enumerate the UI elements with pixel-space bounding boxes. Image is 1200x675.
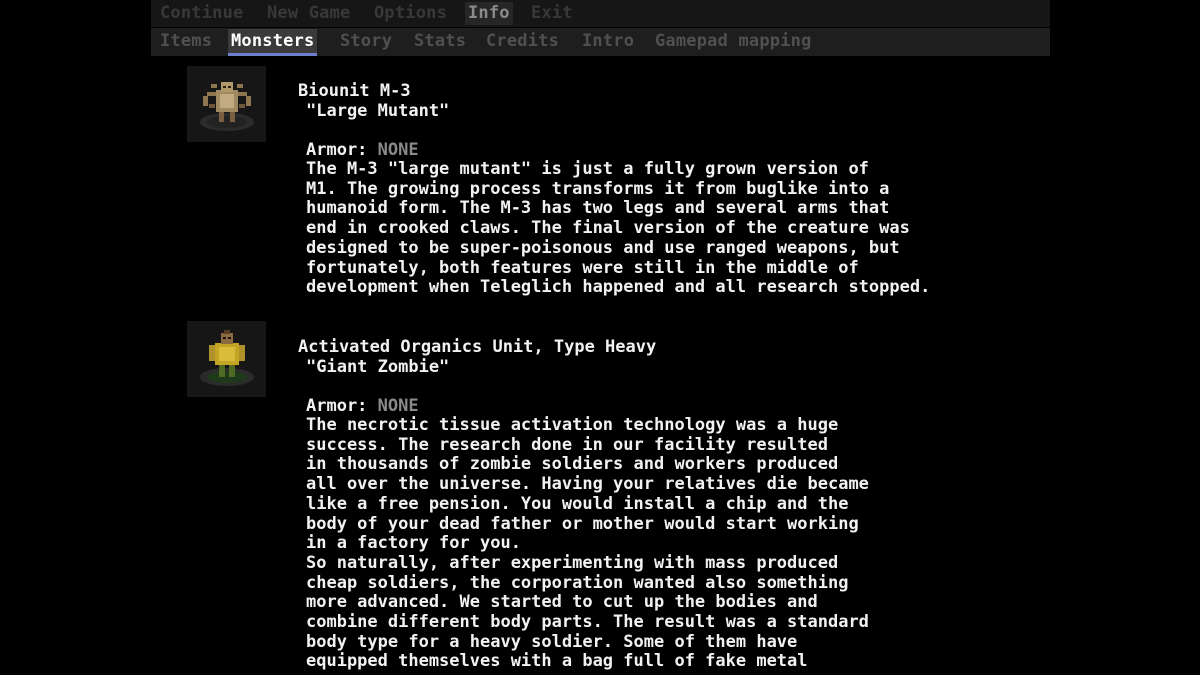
menu-info[interactable]: Info bbox=[465, 2, 513, 25]
tab-intro[interactable]: Intro bbox=[582, 29, 634, 55]
monster-description: The necrotic tissue activation technolog… bbox=[306, 415, 869, 672]
tab-story[interactable]: Story bbox=[340, 29, 392, 55]
armor-value: NONE bbox=[377, 396, 419, 416]
monster-nickname: "Giant Zombie" bbox=[306, 357, 450, 377]
menu-continue[interactable]: Continue bbox=[160, 2, 243, 25]
zombie-sprite-icon bbox=[200, 330, 254, 386]
info-tab-bar: Items Monsters Story Stats Credits Intro… bbox=[151, 28, 1050, 56]
zombie-portrait bbox=[187, 321, 266, 397]
tab-gamepad-mapping[interactable]: Gamepad mapping bbox=[655, 29, 812, 55]
main-menu-bar: Continue New Game Options Info Exit bbox=[151, 0, 1050, 27]
monster-name: Activated Organics Unit, Type Heavy bbox=[298, 337, 657, 357]
tab-credits[interactable]: Credits bbox=[486, 29, 559, 55]
monster-description: The M-3 "large mutant" is just a fully g… bbox=[306, 159, 931, 298]
mutant-portrait bbox=[187, 66, 266, 142]
monster-armor: Armor: NONE bbox=[306, 396, 419, 416]
monster-name: Biounit M-3 bbox=[298, 81, 411, 101]
menu-new-game[interactable]: New Game bbox=[267, 2, 350, 25]
tab-items[interactable]: Items bbox=[160, 29, 212, 55]
tab-stats[interactable]: Stats bbox=[414, 29, 466, 55]
armor-label: Armor: bbox=[306, 140, 378, 160]
monster-nickname: "Large Mutant" bbox=[306, 101, 450, 121]
tab-monsters[interactable]: Monsters bbox=[228, 29, 318, 56]
menu-options[interactable]: Options bbox=[374, 2, 447, 25]
armor-label: Armor: bbox=[306, 396, 378, 416]
monster-armor: Armor: NONE bbox=[306, 140, 419, 160]
menu-exit[interactable]: Exit bbox=[531, 2, 573, 25]
armor-value: NONE bbox=[377, 140, 419, 160]
mutant-sprite-icon bbox=[200, 82, 254, 131]
